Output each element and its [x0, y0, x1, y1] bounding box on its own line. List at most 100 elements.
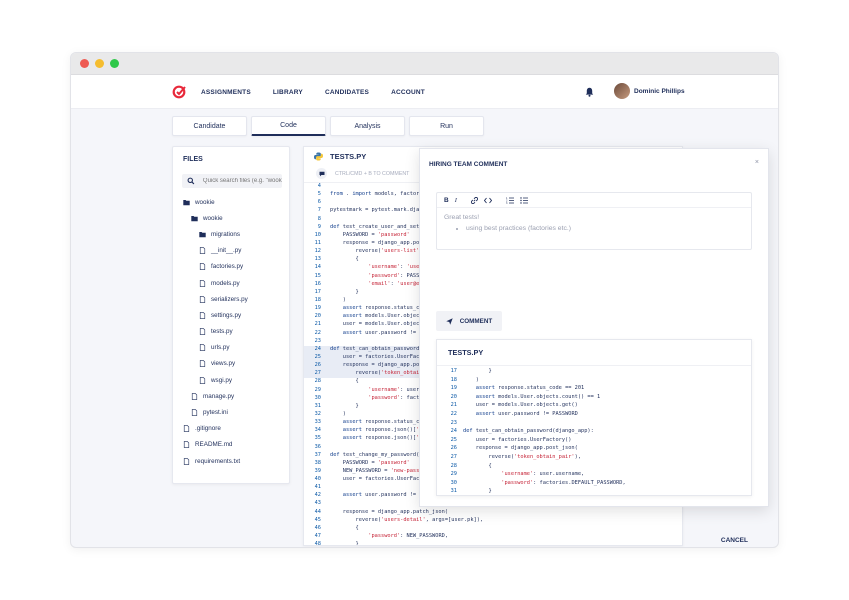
code-line[interactable]: 47 'password': NEW_PASSWORD, [304, 533, 682, 541]
brand-logo-icon[interactable] [172, 85, 186, 99]
tree-item-label: .gitignore [195, 425, 221, 433]
comment-shortcut-button[interactable] [316, 168, 327, 179]
line-number: 14 [314, 264, 321, 271]
folder-item[interactable]: wookie [173, 210, 291, 226]
tab-analysis[interactable]: Analysis [330, 116, 405, 136]
search-input[interactable] [202, 178, 282, 184]
line-number: 24 [450, 428, 457, 435]
file-item[interactable]: views.py [173, 356, 291, 372]
close-window-dot[interactable] [80, 59, 89, 68]
file-icon [199, 312, 206, 319]
file-tree: wookie wookie migrations __init__.pyfactori… [173, 194, 291, 469]
file-icon [199, 295, 206, 303]
line-number: 36 [314, 443, 321, 450]
line-text: user = factories.UserFactory() [463, 436, 572, 443]
file-item[interactable]: urls.py [173, 340, 291, 356]
bullet-list-icon[interactable] [520, 196, 528, 204]
minimize-window-dot[interactable] [95, 59, 104, 68]
link-icon[interactable] [470, 196, 478, 204]
file-item[interactable]: pytest.ini [173, 404, 291, 420]
file-item[interactable]: factories.py [173, 259, 291, 275]
file-search [182, 174, 282, 188]
editor-body[interactable]: Great tests! using best practices (facto… [437, 208, 751, 238]
line-number: 35 [314, 435, 321, 442]
line-number: 22 [450, 410, 457, 417]
comment-button[interactable]: COMMENT [436, 311, 502, 331]
code-line[interactable]: 44 response = django_app.patch_json( [304, 509, 682, 517]
comment-text: Great tests! [444, 214, 480, 221]
file-icon [183, 457, 190, 465]
tree-item-label: factories.py [211, 263, 244, 271]
maximize-window-dot[interactable] [110, 59, 119, 68]
line-number: 29 [314, 386, 321, 393]
file-icon [191, 392, 198, 400]
snippet-line: 31 } [437, 488, 751, 495]
line-number: 20 [314, 313, 321, 320]
line-number: 7 [317, 207, 321, 214]
line-text: } [463, 368, 492, 374]
italic-button[interactable]: I [455, 197, 457, 204]
line-number: 33 [314, 419, 321, 426]
ordered-list-icon[interactable]: 123 [506, 197, 514, 204]
nav-link-library[interactable]: LIBRARY [273, 89, 303, 96]
snippet-line: 18 ) [437, 377, 751, 386]
line-number: 18 [450, 376, 457, 383]
tab-candidate[interactable]: Candidate [172, 116, 247, 136]
user-name[interactable]: Dominic Phillips [634, 88, 685, 95]
code-filename: TESTS.PY [330, 151, 367, 161]
file-item[interactable]: tests.py [173, 324, 291, 340]
file-item[interactable]: wsgi.py [173, 372, 291, 388]
bell-icon[interactable] [585, 87, 594, 97]
line-number: 4 [317, 183, 321, 189]
file-item[interactable]: models.py [173, 275, 291, 291]
file-item[interactable]: settings.py [173, 307, 291, 323]
line-number: 18 [314, 296, 321, 303]
code-line[interactable]: 45 reverse('users-detail', args=[user.pk… [304, 517, 682, 525]
file-item[interactable]: manage.py [173, 388, 291, 404]
line-text: { [463, 462, 492, 469]
nav-link-account[interactable]: ACCOUNT [391, 89, 425, 96]
comment-bullet: using best practices (factories etc.) [466, 225, 744, 232]
line-number: 37 [314, 451, 321, 458]
tab-run[interactable]: Run [409, 116, 484, 136]
file-item[interactable]: requirements.txt [173, 453, 291, 469]
line-text: } [330, 402, 359, 409]
file-item[interactable]: .gitignore [173, 421, 291, 437]
comment-shortcut-hint: CTRL/CMD + B TO COMMENT [335, 170, 410, 177]
code-line[interactable]: 48 } [304, 541, 682, 545]
folder-icon [183, 199, 190, 205]
bold-button[interactable]: B [444, 197, 449, 204]
line-text: ) [463, 376, 479, 383]
line-text: { [330, 524, 359, 531]
line-text: response = django_app.patch_json( [330, 508, 448, 515]
tab-bar: Candidate Code Analysis Run [172, 116, 484, 136]
line-number: 40 [314, 476, 321, 483]
close-icon[interactable]: × [755, 159, 759, 166]
line-number: 43 [314, 500, 321, 507]
tree-item-label: urls.py [211, 344, 230, 352]
folder-item[interactable]: wookie [173, 194, 291, 210]
avatar[interactable] [614, 83, 630, 99]
comment-editor[interactable]: B I 123 Great tests! using best practice… [436, 192, 752, 250]
snippet-line: 24 def test_can_obtain_password(django_ap… [437, 428, 751, 437]
nav-link-assignments[interactable]: ASSIGNMENTS [201, 89, 251, 96]
line-number: 25 [314, 353, 321, 360]
file-item[interactable]: README.md [173, 437, 291, 453]
folder-item[interactable]: migrations [173, 226, 291, 242]
tree-item-label: migrations [211, 230, 241, 238]
nav-link-candidates[interactable]: CANDIDATES [325, 89, 369, 96]
file-item[interactable]: __init__.py [173, 243, 291, 259]
line-number: 30 [450, 479, 457, 486]
code-icon[interactable] [483, 197, 492, 204]
snippet-line: 30 'password': factories.DEFAULT_PASSWOR… [437, 480, 751, 489]
send-icon [446, 317, 453, 325]
line-number: 39 [314, 467, 321, 474]
code-line[interactable]: 46 { [304, 525, 682, 533]
cancel-button[interactable]: CANCEL [721, 537, 748, 544]
tab-code[interactable]: Code [251, 116, 326, 136]
folder-icon [191, 215, 198, 221]
line-number: 31 [314, 402, 321, 409]
line-text: ) [330, 296, 346, 303]
comment-button-label: COMMENT [459, 317, 493, 325]
file-item[interactable]: serializers.py [173, 291, 291, 307]
